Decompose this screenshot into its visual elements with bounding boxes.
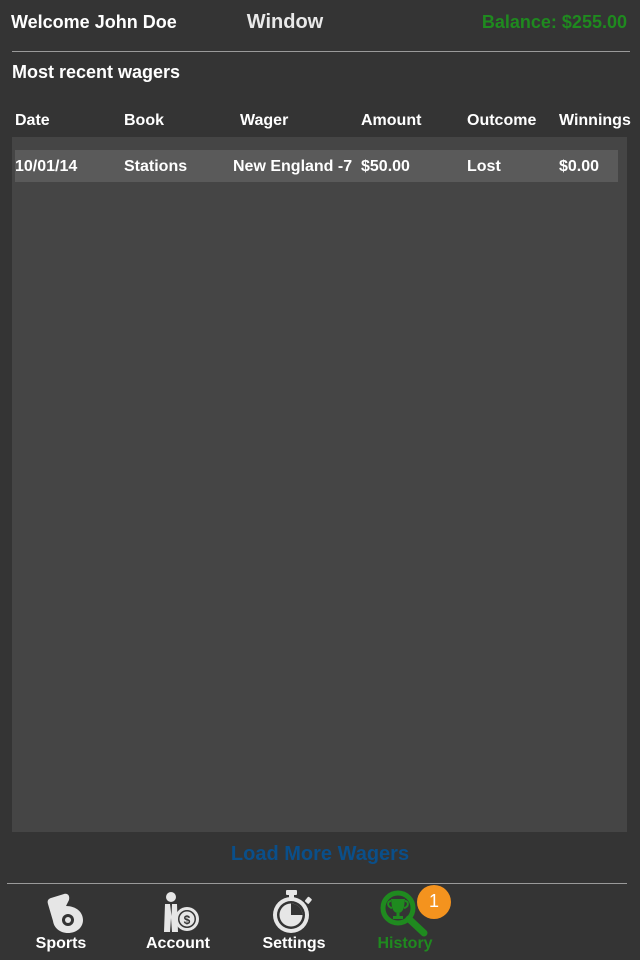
nav-divider	[7, 883, 627, 884]
header: Welcome John Doe Window Balance: $255.00	[0, 0, 640, 52]
cell-book: Stations	[124, 158, 188, 175]
cell-wager: New England -7	[233, 158, 353, 175]
column-header-wager: Wager	[240, 112, 289, 129]
cell-winnings: $0.00	[559, 158, 600, 175]
table-row[interactable]: 10/01/14 Stations New England -7 $50.00 …	[15, 150, 618, 182]
person-money-icon: $	[164, 892, 199, 932]
load-more-button[interactable]: Load More Wagers	[0, 843, 640, 866]
header-divider	[12, 51, 630, 52]
nav-history-label: History	[377, 935, 433, 952]
column-header-amount: Amount	[361, 112, 422, 129]
nav-account-tab[interactable]: $ Account	[123, 888, 233, 960]
notification-badge: 1	[417, 885, 451, 919]
column-header-winnings: Winnings	[559, 112, 631, 129]
cell-outcome: Lost	[467, 158, 501, 175]
nav-account-label: Account	[146, 935, 210, 952]
svg-text:$: $	[184, 913, 191, 927]
balance-text: Balance: $255.00	[481, 12, 627, 32]
cell-date: 10/01/14	[15, 158, 78, 175]
column-header-book: Book	[124, 112, 164, 129]
nav-sports-label: Sports	[35, 935, 87, 952]
table-header: Date Book Wager Amount Outcome Winnings	[0, 112, 640, 134]
section-title: Most recent wagers	[12, 62, 181, 82]
cell-amount: $50.00	[361, 158, 410, 175]
nav-settings-tab[interactable]: Settings	[239, 888, 349, 960]
nav-settings-label: Settings	[262, 935, 326, 952]
column-header-outcome: Outcome	[467, 112, 537, 129]
stopwatch-icon	[273, 890, 312, 933]
wagers-table[interactable]	[12, 137, 627, 832]
column-header-date: Date	[15, 112, 50, 129]
nav-sports-tab[interactable]: Sports	[6, 888, 116, 960]
whistle-icon	[47, 893, 83, 933]
